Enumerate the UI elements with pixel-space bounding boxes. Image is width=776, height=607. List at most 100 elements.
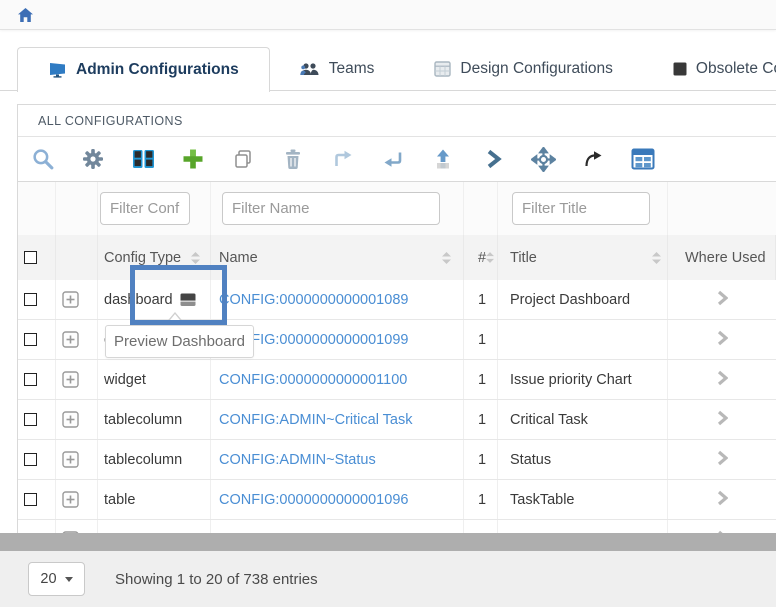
home-icon[interactable] — [17, 7, 34, 23]
upload-icon — [431, 147, 455, 171]
tab-teams[interactable]: Teams — [270, 47, 405, 91]
filter-cell-count — [464, 182, 498, 235]
expand-icon[interactable] — [62, 371, 79, 388]
table-row[interactable]: tableconfig CONFIG:0000000000001097 1 — [18, 520, 776, 533]
search-icon — [31, 147, 56, 172]
tab-admin-configurations[interactable]: Admin Configurations — [17, 47, 270, 92]
dashboard-preview-icon[interactable] — [180, 293, 196, 306]
title-value: Project Dashboard — [510, 292, 630, 308]
chevron-down-icon — [65, 577, 73, 582]
column-label: # — [478, 250, 486, 266]
add-button[interactable] — [168, 137, 218, 182]
grid-view-button[interactable] — [118, 137, 168, 182]
trash-icon — [281, 147, 305, 171]
delete-button[interactable] — [268, 137, 318, 182]
entries-status-text: Showing 1 to 20 of 738 entries — [115, 571, 318, 588]
row-checkbox[interactable] — [24, 493, 37, 506]
where-used-chevron-icon[interactable] — [717, 450, 728, 470]
filter-name-input[interactable] — [222, 192, 440, 225]
plus-icon — [181, 147, 205, 171]
sort-icon[interactable] — [191, 252, 200, 264]
config-link[interactable]: CONFIG:0000000000001100 — [219, 372, 407, 388]
table-row[interactable]: widget CONFIG:0000000000001100 1 Issue p… — [18, 360, 776, 400]
filter-cell-where-used — [668, 182, 776, 235]
column-label: Name — [219, 250, 258, 266]
forward-arrow-icon — [582, 148, 604, 170]
where-used-chevron-icon[interactable] — [717, 290, 728, 310]
title-value: Critical Task — [510, 412, 588, 428]
header-cell-count[interactable]: # — [464, 235, 498, 280]
config-link[interactable]: CONFIG:ADMIN~Critical Task — [219, 412, 413, 428]
sort-icon[interactable] — [652, 252, 661, 264]
tab-design-configurations[interactable]: Design Configurations — [404, 47, 643, 91]
table-row[interactable]: dashboard CONFIG:0000000000001089 1 Proj… — [18, 280, 776, 320]
row-checkbox[interactable] — [24, 293, 37, 306]
filter-config-type-input[interactable] — [100, 192, 190, 225]
count-value: 1 — [478, 492, 486, 508]
chevron-right-icon — [482, 147, 504, 171]
table-row[interactable]: tablecolumn CONFIG:ADMIN~Status 1 Status — [18, 440, 776, 480]
sort-icon[interactable] — [442, 252, 451, 264]
config-link[interactable]: CONFIG:0000000000001097 — [219, 532, 408, 534]
filter-row — [18, 182, 776, 235]
where-used-chevron-icon[interactable] — [717, 410, 728, 430]
header-cell-expand — [56, 235, 98, 280]
select-all-checkbox[interactable] — [24, 251, 37, 264]
title-value: Status — [510, 452, 551, 468]
header-cell-config-type[interactable]: Config Type — [98, 235, 211, 280]
config-link[interactable]: CONFIG:0000000000001096 — [219, 492, 408, 508]
forward-button[interactable] — [568, 137, 618, 182]
row-checkbox[interactable] — [24, 413, 37, 426]
filter-cell-title — [498, 182, 668, 235]
header-cell-title[interactable]: Title — [498, 235, 668, 280]
table-header-row: Config Type Name # Title Where U — [18, 235, 776, 280]
move-in-icon — [381, 147, 405, 171]
table-view-button[interactable] — [618, 137, 668, 182]
horizontal-scrollbar[interactable] — [0, 533, 776, 551]
count-value: 1 — [478, 532, 486, 534]
expand-icon[interactable] — [62, 411, 79, 428]
sort-icon[interactable] — [486, 252, 494, 263]
row-checkbox[interactable] — [24, 373, 37, 386]
expand-icon[interactable] — [62, 531, 79, 533]
filter-title-input[interactable] — [512, 192, 650, 225]
page-size-dropdown[interactable]: 20 — [28, 562, 85, 596]
expand-icon[interactable] — [62, 331, 79, 348]
next-button[interactable] — [468, 137, 518, 182]
move-button[interactable] — [518, 137, 568, 182]
expand-icon[interactable] — [62, 451, 79, 468]
gear-icon — [81, 147, 105, 171]
settings-button[interactable] — [68, 137, 118, 182]
row-checkbox[interactable] — [24, 333, 37, 346]
copy-button[interactable] — [218, 137, 268, 182]
where-used-chevron-icon[interactable] — [717, 370, 728, 390]
where-used-chevron-icon[interactable] — [717, 530, 728, 534]
where-used-chevron-icon[interactable] — [717, 330, 728, 350]
title-value: TaskTable — [510, 492, 574, 508]
table-row[interactable]: tablecolumn CONFIG:ADMIN~Critical Task 1… — [18, 400, 776, 440]
square-icon — [673, 62, 687, 76]
expand-icon[interactable] — [62, 491, 79, 508]
search-button[interactable] — [18, 137, 68, 182]
table-row[interactable]: table CONFIG:0000000000001096 1 TaskTabl… — [18, 480, 776, 520]
expand-icon[interactable] — [62, 291, 79, 308]
move-in-button[interactable] — [368, 137, 418, 182]
filter-cell-select — [18, 182, 56, 235]
title-value: Issue priority Chart — [510, 372, 632, 388]
tooltip-text: Preview Dashboard — [114, 333, 245, 350]
column-label: Title — [510, 250, 537, 266]
config-link[interactable]: CONFIG:0000000000001089 — [219, 292, 408, 308]
config-type: table — [104, 492, 135, 508]
row-checkbox[interactable] — [24, 453, 37, 466]
filter-cell-config-type — [98, 182, 211, 235]
config-type: widget — [104, 372, 146, 388]
people-icon — [300, 62, 320, 77]
config-link[interactable]: CONFIG:ADMIN~Status — [219, 452, 376, 468]
move-out-button[interactable] — [318, 137, 368, 182]
header-cell-name[interactable]: Name — [211, 235, 464, 280]
tab-obsolete-configurations[interactable]: Obsolete Configurations — [643, 47, 776, 91]
config-type: tableconfig — [104, 532, 174, 534]
upload-button[interactable] — [418, 137, 468, 182]
copy-icon — [232, 148, 254, 170]
where-used-chevron-icon[interactable] — [717, 490, 728, 510]
